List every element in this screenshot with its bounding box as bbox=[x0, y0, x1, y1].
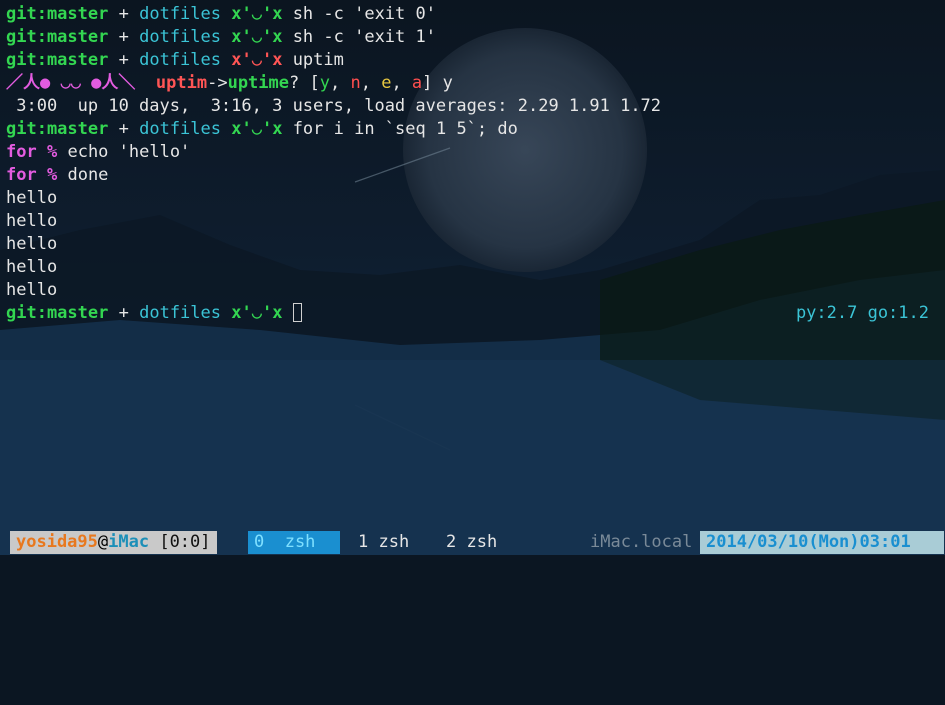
command-text: uptim bbox=[292, 50, 344, 70]
right-prompt-versions: py:2.7 go:1.2 bbox=[795, 303, 929, 323]
session-info: yosida95@iMac [0:0] bbox=[10, 531, 217, 554]
correction-arrow: -> bbox=[207, 73, 228, 93]
command-text: sh -c 'exit 0' bbox=[292, 4, 436, 24]
continuation-prompt: % bbox=[46, 142, 58, 162]
terminal-output[interactable]: git:master + dotfiles x'◡'x sh -c 'exit … bbox=[6, 3, 945, 325]
git-dirty-mark: + bbox=[118, 303, 129, 323]
status-username: yosida95 bbox=[16, 532, 98, 552]
continuation-line: for % done bbox=[6, 164, 945, 187]
output-line: hello bbox=[6, 211, 58, 231]
correction-question: ? [ bbox=[289, 73, 320, 93]
current-dir: dotfiles bbox=[139, 119, 221, 139]
output-line: hello bbox=[6, 257, 58, 277]
git-dirty-mark: + bbox=[118, 4, 129, 24]
status-face-error: x'◡'x bbox=[231, 50, 283, 70]
git-dirty-mark: + bbox=[118, 27, 129, 47]
git-dirty-mark: + bbox=[118, 119, 129, 139]
continuation-keyword: for bbox=[6, 165, 37, 185]
current-dir: dotfiles bbox=[139, 303, 221, 323]
continuation-keyword: for bbox=[6, 142, 37, 162]
status-datetime: 2014/03/10(Mon)03:01 bbox=[700, 531, 944, 554]
uptime-output: 3:00 up 10 days, 3:16, 3 users, load ave… bbox=[6, 96, 662, 116]
correction-to: uptime bbox=[227, 73, 289, 93]
git-branch: git:master bbox=[6, 27, 109, 47]
status-face: x'◡'x bbox=[231, 4, 283, 24]
output-line: hello bbox=[6, 188, 58, 208]
git-branch: git:master bbox=[6, 303, 109, 323]
option-edit: e bbox=[381, 73, 392, 93]
command-text: for i in `seq 1 5`; do bbox=[292, 119, 518, 139]
tmux-window-2[interactable]: 2 zsh bbox=[440, 531, 503, 554]
correction-answer: ] y bbox=[422, 73, 453, 93]
status-at: @ bbox=[97, 532, 109, 552]
option-no: n bbox=[350, 73, 361, 93]
tmux-window-1[interactable]: 1 zsh bbox=[352, 531, 415, 554]
correction-prompt: ／人● ◡◡ ●人＼ uptim->uptime? [y, n, e, a] y bbox=[6, 73, 453, 93]
prompt-line: git:master + dotfiles x'◡'x for i in `se… bbox=[6, 118, 945, 141]
tmux-window-0-active[interactable]: 0 zsh bbox=[248, 531, 340, 554]
status-local-host: iMac.local bbox=[590, 532, 693, 552]
status-face: x'◡'x bbox=[231, 27, 283, 47]
current-dir: dotfiles bbox=[139, 4, 221, 24]
command-text: done bbox=[67, 165, 109, 185]
correction-from: uptim bbox=[155, 73, 208, 93]
status-pane-index: [0:0] bbox=[149, 532, 211, 552]
output-line: hello bbox=[6, 280, 58, 300]
status-hostname: iMac bbox=[108, 532, 150, 552]
text-cursor[interactable] bbox=[292, 303, 302, 322]
output-line: hello bbox=[6, 234, 58, 254]
continuation-prompt: % bbox=[46, 165, 58, 185]
option-yes: y bbox=[319, 73, 330, 93]
command-text: sh -c 'exit 1' bbox=[292, 27, 436, 47]
status-face: x'◡'x bbox=[231, 303, 283, 323]
continuation-line: for % echo 'hello' bbox=[6, 141, 945, 164]
option-abort: a bbox=[411, 73, 423, 93]
git-branch: git:master bbox=[6, 4, 109, 24]
status-face: x'◡'x bbox=[231, 119, 283, 139]
command-text: echo 'hello' bbox=[67, 142, 191, 162]
active-prompt-line[interactable]: git:master + dotfiles x'◡'x py:2.7 go:1.… bbox=[6, 302, 945, 325]
current-dir: dotfiles bbox=[139, 50, 221, 70]
git-branch: git:master bbox=[6, 119, 109, 139]
correction-face: ／人● ◡◡ ●人＼ bbox=[6, 73, 136, 93]
prompt-line: git:master + dotfiles x'◡'x sh -c 'exit … bbox=[6, 26, 945, 49]
prompt-line: git:master + dotfiles x'◡'x uptim bbox=[6, 49, 945, 72]
prompt-line: git:master + dotfiles x'◡'x sh -c 'exit … bbox=[6, 3, 945, 26]
git-dirty-mark: + bbox=[118, 50, 129, 70]
current-dir: dotfiles bbox=[139, 27, 221, 47]
tmux-status-bar: yosida95@iMac [0:0] 0 zsh 1 zsh 2 zsh iM… bbox=[0, 530, 945, 555]
git-branch: git:master bbox=[6, 50, 109, 70]
